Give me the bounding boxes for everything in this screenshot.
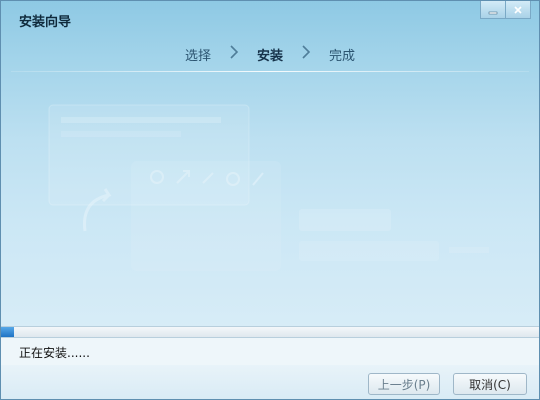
step-divider: [11, 71, 529, 72]
window-title: 安装向导: [19, 15, 72, 30]
cancel-button[interactable]: 取消(C): [453, 373, 527, 395]
step-install: 安装: [256, 48, 283, 64]
header-banner: 安装向导 选择 安装 完成: [1, 1, 539, 327]
chevron-right-icon: [293, 45, 319, 63]
previous-button[interactable]: 上一步(P): [368, 373, 440, 395]
install-progress-bar: [1, 326, 539, 338]
chevron-right-icon: [221, 45, 247, 63]
close-button[interactable]: [505, 1, 531, 19]
step-indicator: 选择 安装 完成: [1, 41, 539, 67]
minimize-button[interactable]: [480, 1, 506, 19]
installer-window: 安装向导 选择 安装 完成 正在安装...... 上一步(P) 取消(C): [0, 0, 540, 400]
close-icon: [514, 5, 522, 14]
status-text: 正在安装......: [19, 346, 90, 360]
progress-fill: [1, 327, 15, 337]
step-select: 选择: [184, 48, 211, 64]
minimize-icon: [488, 11, 498, 14]
background-illustration: [48, 104, 489, 271]
window-controls: [480, 1, 531, 19]
step-finish: 完成: [329, 48, 356, 64]
